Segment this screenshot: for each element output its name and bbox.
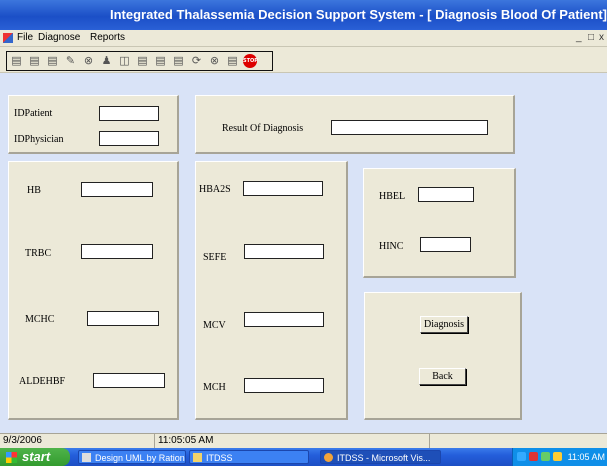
taskbar-item-itdss-visual-studio[interactable]: ITDSS - Microsoft Vis... — [320, 450, 441, 464]
tray-volume-icon[interactable] — [553, 452, 562, 461]
left-measurements-panel: HB TRBC MCHC ALDEHBF — [8, 161, 179, 420]
menu-reports[interactable]: Reports — [90, 30, 125, 46]
status-bar: 9/3/2006 11:05:05 AM — [0, 433, 607, 448]
status-date: 9/3/2006 — [0, 434, 155, 448]
id-physician-field[interactable] — [99, 131, 159, 146]
toolbar-frame: ▤ ▤ ▤ ✎ ⊗ ♟ ◫ ▤ ▤ ▤ ⟳ ⊗ ▤ STOP — [6, 51, 273, 71]
disk-icon[interactable]: ▤ — [45, 53, 60, 68]
close-button[interactable]: x — [599, 30, 604, 46]
trbc-label: TRBC — [25, 248, 52, 259]
tray-antivirus-icon[interactable] — [529, 452, 538, 461]
hb-label: HB — [27, 185, 41, 196]
stop-icon[interactable]: STOP — [243, 54, 258, 68]
mchc-label: MCHC — [25, 314, 55, 325]
mchc-field[interactable] — [87, 311, 159, 326]
window-title: Integrated Thalassemia Decision Support … — [110, 7, 607, 22]
save-icon[interactable]: ▤ — [9, 53, 24, 68]
hbel-field[interactable] — [418, 187, 474, 202]
cancel-icon[interactable]: ⊗ — [81, 53, 96, 68]
hb-field[interactable] — [81, 182, 153, 197]
start-button[interactable]: start — [0, 448, 70, 466]
tray-network-icon[interactable] — [541, 452, 550, 461]
mch-label: MCH — [203, 382, 226, 393]
toolbar: ▤ ▤ ▤ ✎ ⊗ ♟ ◫ ▤ ▤ ▤ ⟳ ⊗ ▤ STOP — [0, 47, 607, 73]
title-bar: Integrated Thalassemia Decision Support … — [0, 0, 607, 30]
taskbar-item-label: ITDSS - Microsoft Vis... — [337, 453, 431, 463]
system-tray: 11:05 AM — [512, 448, 607, 466]
id-patient-label: IDPatient — [14, 108, 53, 119]
windows-logo-icon — [6, 452, 17, 463]
middle-measurements-panel: HBA2S SEFE MCV MCH — [195, 161, 348, 420]
app-icon — [3, 33, 13, 43]
hbel-label: HBEL — [379, 191, 406, 202]
tray-arrow-icon[interactable] — [517, 452, 526, 461]
refresh-icon[interactable]: ⟳ — [189, 53, 204, 68]
mch-field[interactable] — [244, 378, 324, 393]
hba2s-field[interactable] — [243, 181, 323, 196]
chart-icon[interactable]: ▤ — [153, 53, 168, 68]
menu-diagnose[interactable]: Diagnose — [38, 30, 80, 46]
right-measurements-panel: HBEL HINC — [363, 168, 516, 278]
user-icon[interactable]: ♟ — [99, 53, 114, 68]
action-panel: Diagnosis Back — [364, 292, 522, 420]
form-client-area: IDPatient IDPhysician Result Of Diagnosi… — [8, 73, 600, 423]
taskbar-item-label: ITDSS — [206, 453, 233, 463]
layout-icon[interactable]: ▤ — [135, 53, 150, 68]
mcv-field[interactable] — [244, 312, 324, 327]
start-label: start — [22, 449, 51, 464]
taskbar-item-label: Design UML by Ration... — [95, 453, 186, 463]
taskbar: start Design UML by Ration... ITDSS ITDS… — [0, 448, 607, 466]
taskbar-clock: 11:05 AM — [567, 452, 605, 462]
folder-icon — [193, 453, 202, 462]
menu-file[interactable]: File — [17, 30, 33, 46]
id-physician-label: IDPhysician — [14, 134, 64, 145]
status-time: 11:05:05 AM — [155, 434, 430, 448]
result-field[interactable] — [331, 120, 488, 135]
trbc-field[interactable] — [81, 244, 153, 259]
taskbar-item-itdss[interactable]: ITDSS — [189, 450, 309, 464]
monitor-icon[interactable]: ▤ — [171, 53, 186, 68]
result-panel: Result Of Diagnosis — [195, 95, 515, 154]
taskbar-item-design-uml[interactable]: Design UML by Ration... — [78, 450, 186, 464]
edit-icon[interactable]: ▤ — [27, 53, 42, 68]
delete-icon[interactable]: ⊗ — [207, 53, 222, 68]
id-patient-field[interactable] — [99, 106, 159, 121]
tools-icon[interactable]: ✎ — [63, 53, 78, 68]
visual-studio-icon — [324, 453, 333, 462]
print-icon[interactable]: ◫ — [117, 53, 132, 68]
restore-button[interactable]: □ — [588, 30, 594, 46]
aldehbf-label: ALDEHBF — [19, 376, 66, 387]
document-icon — [82, 453, 91, 462]
hinc-label: HINC — [379, 241, 404, 252]
sefe-label: SEFE — [203, 252, 227, 263]
hba2s-label: HBA2S — [199, 184, 231, 195]
hinc-field[interactable] — [420, 237, 471, 252]
page-icon[interactable]: ▤ — [225, 53, 240, 68]
patient-panel: IDPatient IDPhysician — [8, 95, 179, 154]
aldehbf-field[interactable] — [93, 373, 165, 388]
back-button[interactable]: Back — [419, 368, 466, 385]
result-label: Result Of Diagnosis — [222, 123, 304, 134]
sefe-field[interactable] — [244, 244, 324, 259]
menu-bar: File Diagnose Reports _ □ x — [0, 30, 607, 47]
minimize-button[interactable]: _ — [576, 30, 582, 46]
mcv-label: MCV — [203, 320, 226, 331]
diagnosis-button[interactable]: Diagnosis — [420, 316, 468, 333]
